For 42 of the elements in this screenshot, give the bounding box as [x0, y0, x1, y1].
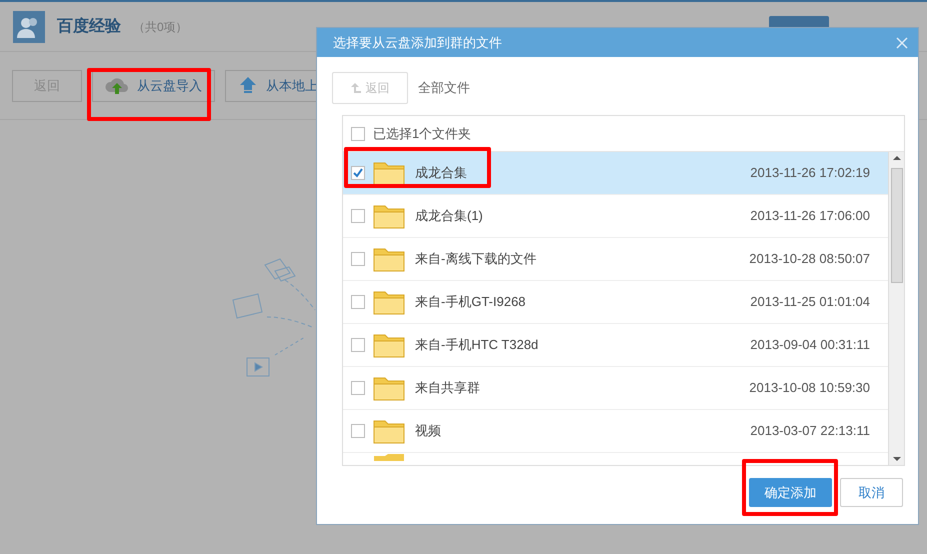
file-name: 来自-离线下载的文件	[415, 250, 538, 268]
checkbox[interactable]	[351, 166, 365, 180]
file-date: 2013-10-28 08:50:07	[749, 250, 870, 268]
selection-summary: 已选择1个文件夹	[373, 124, 472, 143]
folder-icon	[373, 375, 405, 401]
up-arrow-icon	[350, 82, 362, 94]
file-date: 2013-11-25 01:01:04	[750, 293, 870, 312]
users-icon	[13, 10, 45, 42]
file-row[interactable]: 成龙合集 2013-11-26 17:02:19	[343, 152, 888, 195]
close-icon[interactable]	[896, 36, 908, 48]
file-name: 来自共享群	[415, 379, 481, 398]
cloud-upload-icon	[105, 76, 129, 96]
file-name: 来自-手机HTC T328d	[415, 336, 540, 354]
scrollbar[interactable]	[888, 152, 904, 465]
item-count: （共0项）	[133, 18, 188, 36]
checkbox[interactable]	[351, 126, 365, 140]
file-name: 成龙合集(1)	[415, 207, 484, 226]
file-date: 2013-11-26 17:06:00	[750, 207, 870, 226]
checkbox[interactable]	[351, 209, 365, 223]
folder-icon	[373, 289, 405, 315]
file-date: 2013-10-08 10:59:30	[749, 379, 870, 398]
file-name: 成龙合集	[415, 164, 468, 182]
folder-icon	[373, 203, 405, 229]
folder-icon	[373, 332, 405, 358]
checkbox[interactable]	[351, 424, 365, 438]
file-name: 来自-手机GT-I9268	[415, 293, 527, 312]
upload-arrow-icon	[238, 76, 258, 96]
dialog-title: 选择要从云盘添加到群的文件	[333, 34, 502, 52]
file-date: 2013-09-04 00:31:11	[750, 336, 870, 354]
checkbox[interactable]	[351, 295, 365, 309]
checkbox[interactable]	[351, 338, 365, 352]
file-name: 视频	[415, 422, 442, 440]
checkbox[interactable]	[351, 252, 365, 266]
cancel-button[interactable]: 取消	[840, 478, 903, 507]
checkbox[interactable]	[351, 381, 365, 395]
file-date: 2013-11-26 17:02:19	[750, 164, 870, 182]
folder-icon	[373, 418, 405, 444]
folder-icon	[373, 160, 405, 186]
folder-icon	[373, 246, 405, 272]
breadcrumb: 全部文件	[418, 79, 470, 98]
file-date: 2013-03-07 22:13:11	[750, 422, 870, 440]
page-title: 百度经验	[57, 16, 121, 36]
